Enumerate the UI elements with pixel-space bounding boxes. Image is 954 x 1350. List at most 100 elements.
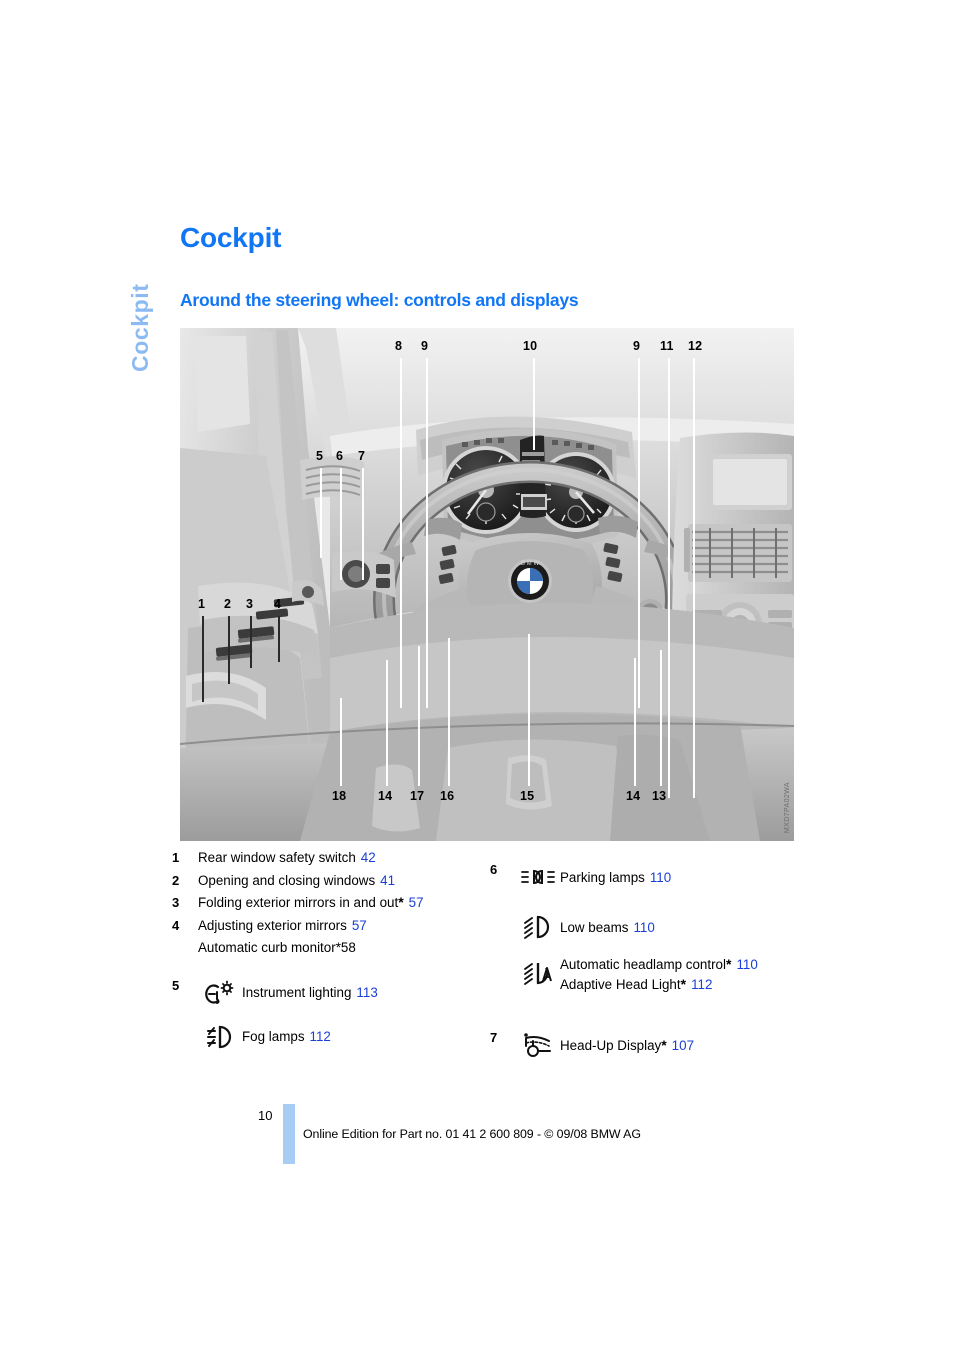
leader-line bbox=[634, 658, 636, 786]
callout-4: 4 bbox=[274, 597, 282, 611]
page-reference[interactable]: 57 bbox=[352, 918, 367, 933]
legend-number: 3 bbox=[172, 895, 180, 910]
leader-line bbox=[340, 698, 342, 786]
legend-text: Folding exterior mirrors in and out* 57 bbox=[198, 893, 424, 913]
optional-equipment-asterisk: * bbox=[725, 956, 732, 972]
callout-11: 11 bbox=[660, 339, 674, 353]
callout-14a: 14 bbox=[378, 789, 393, 803]
legend-text: Fog lamps 112 bbox=[242, 1026, 331, 1047]
leader-line bbox=[320, 468, 322, 558]
page-reference[interactable]: 110 bbox=[650, 870, 671, 885]
page-reference[interactable]: 58 bbox=[341, 940, 356, 955]
leader-line bbox=[228, 616, 230, 684]
callout-5: 5 bbox=[316, 449, 324, 463]
leader-line bbox=[400, 358, 402, 708]
callout-9b: 9 bbox=[633, 339, 641, 353]
automatic-headlamp-control-icon bbox=[516, 957, 560, 991]
legend-number: 2 bbox=[172, 872, 180, 888]
legend-text: Parking lamps 110 bbox=[560, 867, 671, 888]
legend-label: Parking lamps bbox=[560, 869, 645, 885]
optional-equipment-asterisk: * bbox=[680, 975, 687, 992]
callout-17: 17 bbox=[410, 789, 425, 803]
callout-8: 8 bbox=[395, 339, 403, 353]
parking-lamps-icon bbox=[516, 860, 560, 894]
callout-1: 1 bbox=[198, 597, 206, 611]
low-beams-icon bbox=[516, 910, 560, 944]
legend-label: Rear window safety switch bbox=[198, 850, 356, 865]
page-reference[interactable]: 42 bbox=[361, 850, 376, 865]
legend-text: Low beams 110 bbox=[560, 917, 655, 938]
footer-copyright: Online Edition for Part no. 01 41 2 600 … bbox=[303, 1127, 641, 1141]
callout-12: 12 bbox=[688, 339, 703, 353]
page-reference[interactable]: 57 bbox=[409, 895, 424, 910]
legend-label: Fog lamps bbox=[242, 1029, 305, 1045]
legend-item-6-parking-lamps: 6 Parking lamps 110 bbox=[490, 860, 810, 894]
legend-text: Head-Up Display* 107 bbox=[560, 1035, 694, 1056]
fog-lamps-glyph bbox=[207, 1025, 232, 1048]
legend-text: Adjusting exterior mirrors 57 bbox=[198, 916, 367, 936]
callout-6: 6 bbox=[336, 449, 344, 463]
legend-item-7-head-up-display: 7 Head-Up Display* 107 bbox=[490, 1028, 810, 1062]
legend-label: Low beams bbox=[560, 919, 629, 935]
legend-item-2: 2 Opening and closing windows 41 bbox=[172, 871, 482, 891]
cockpit-illustration: B M W BMW bbox=[180, 328, 794, 841]
callout-9a: 9 bbox=[421, 339, 429, 353]
legend-text: Automatic headlamp control* 110 Adaptive … bbox=[560, 954, 758, 994]
legend-text: Rear window safety switch 42 bbox=[198, 848, 376, 868]
leader-line bbox=[386, 660, 388, 786]
chapter-tab-label: Cockpit bbox=[127, 283, 153, 372]
legend-item-6-automatic-headlamp-control: Automatic headlamp control* 110 Adaptive … bbox=[490, 954, 810, 994]
page-reference[interactable]: 112 bbox=[691, 977, 712, 992]
callout-2: 2 bbox=[224, 597, 232, 611]
legend-text: Opening and closing windows 41 bbox=[198, 871, 395, 891]
legend-column-right: 6 Parking lamps 110 Low beams 110 Automa… bbox=[490, 848, 810, 1066]
leader-line bbox=[638, 358, 640, 708]
legend-item-1: 1 Rear window safety switch 42 bbox=[172, 848, 482, 868]
leader-line bbox=[448, 638, 450, 786]
fog-lamps-icon bbox=[198, 1020, 242, 1054]
legend-label: Head-Up Display bbox=[560, 1037, 662, 1053]
parking-lamps-glyph bbox=[521, 869, 555, 885]
callout-13: 13 bbox=[652, 789, 667, 803]
instrument-lighting-glyph bbox=[205, 980, 234, 1004]
leader-line bbox=[660, 650, 662, 786]
page-title: Cockpit bbox=[180, 222, 282, 253]
page-marker-bar bbox=[283, 1104, 295, 1164]
page-reference[interactable]: 113 bbox=[356, 985, 377, 1000]
page-reference[interactable]: 107 bbox=[672, 1038, 694, 1053]
leader-line bbox=[533, 358, 535, 450]
head-up-display-glyph bbox=[524, 1033, 551, 1057]
legend-text: Instrument lighting 113 bbox=[242, 982, 378, 1003]
legend-number: 7 bbox=[490, 1030, 498, 1045]
leader-line bbox=[693, 358, 695, 798]
legend-number: 1 bbox=[172, 850, 180, 865]
legend-item-3: 3 Folding exterior mirrors in and out* 57 bbox=[172, 893, 482, 913]
callout-14b: 14 bbox=[626, 789, 641, 803]
section-heading: Around the steering wheel: controls and … bbox=[180, 290, 579, 310]
legend-label: Automatic headlamp control bbox=[560, 957, 726, 972]
svg-text:B M W: B M W bbox=[521, 561, 539, 567]
callout-3: 3 bbox=[246, 597, 254, 611]
legend-label: Adjusting exterior mirrors bbox=[198, 917, 347, 933]
chapter-tab: Cockpit bbox=[118, 222, 162, 372]
page-reference[interactable]: 112 bbox=[310, 1029, 331, 1044]
cockpit-figure: B M W BMW bbox=[180, 328, 794, 841]
low-beams-glyph bbox=[524, 915, 550, 939]
leader-line bbox=[250, 616, 252, 668]
manual-page: Cockpit Cockpit Around the steering whee… bbox=[0, 0, 954, 1350]
legend-line-1: Automatic headlamp control* 110 bbox=[560, 955, 758, 975]
leader-line bbox=[362, 468, 364, 580]
legend-label: Instrument lighting bbox=[242, 985, 352, 1001]
legend-item-5-instrument-lighting: 5 Instrument lighting 113 bbox=[172, 976, 482, 1010]
head-up-display-icon bbox=[516, 1028, 560, 1062]
page-reference[interactable]: 110 bbox=[736, 957, 757, 972]
legend-label: Automatic curb monitor bbox=[198, 940, 336, 955]
legend-line-2: Adaptive Head Light* 112 bbox=[560, 975, 758, 995]
leader-line bbox=[418, 646, 420, 786]
page-reference[interactable]: 110 bbox=[633, 920, 654, 935]
callout-16: 16 bbox=[440, 789, 455, 803]
legend-label: Opening and closing windows bbox=[198, 872, 376, 888]
page-reference[interactable]: 41 bbox=[380, 873, 395, 888]
leader-line bbox=[426, 358, 428, 708]
legend-number: 5 bbox=[172, 977, 180, 993]
